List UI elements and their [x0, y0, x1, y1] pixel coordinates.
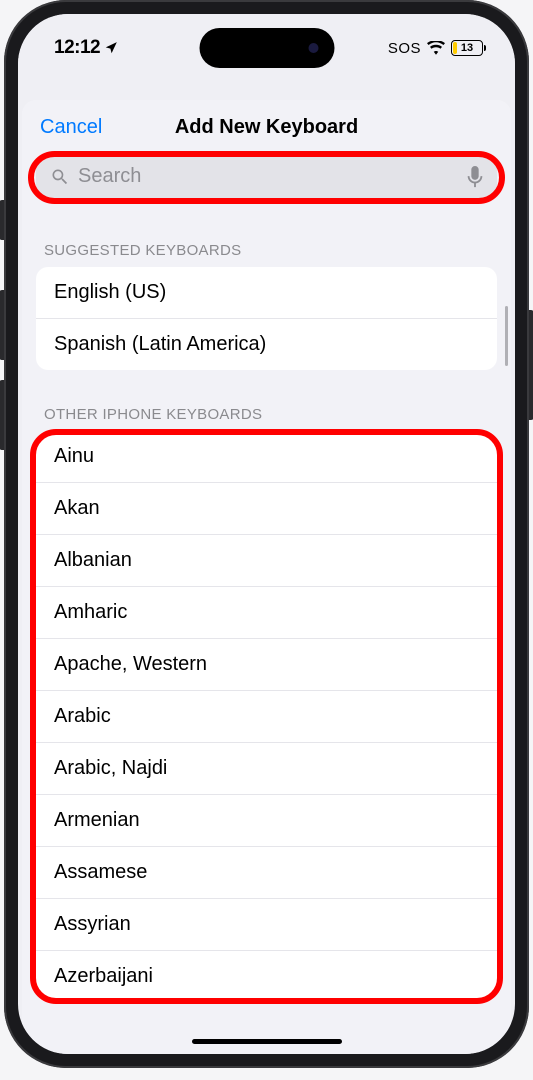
list-item[interactable]: Assyrian: [36, 899, 497, 951]
list-item[interactable]: Arabic: [36, 691, 497, 743]
scroll-indicator[interactable]: [505, 306, 508, 366]
battery-fill: [453, 42, 457, 54]
list-item[interactable]: Azerbaijani: [36, 951, 497, 1002]
search-icon: [50, 167, 70, 187]
search-field[interactable]: [36, 155, 497, 198]
list-item[interactable]: English (US): [36, 267, 497, 319]
other-keyboards-list: Ainu Akan Albanian Amharic Apache, Weste…: [36, 431, 497, 1002]
list-item[interactable]: Albanian: [36, 535, 497, 587]
suggested-keyboards-list: English (US) Spanish (Latin America): [36, 267, 497, 370]
search-input[interactable]: [78, 165, 459, 188]
list-item[interactable]: Armenian: [36, 795, 497, 847]
status-time: 12:12: [54, 37, 100, 59]
page-title: Add New Keyboard: [175, 116, 358, 139]
battery-indicator: 13: [451, 40, 483, 56]
list-item[interactable]: Spanish (Latin America): [36, 319, 497, 370]
cancel-button[interactable]: Cancel: [40, 116, 102, 139]
list-item[interactable]: Assamese: [36, 847, 497, 899]
battery-percentage: 13: [461, 42, 473, 54]
section-header-other: OTHER IPHONE KEYBOARDS: [22, 390, 511, 431]
dynamic-island: [199, 28, 334, 68]
list-item[interactable]: Apache, Western: [36, 639, 497, 691]
list-item[interactable]: Arabic, Najdi: [36, 743, 497, 795]
wifi-icon: [427, 41, 445, 55]
sos-indicator: SOS: [388, 40, 421, 57]
list-item[interactable]: Ainu: [36, 431, 497, 483]
section-header-suggested: SUGGESTED KEYBOARDS: [22, 226, 511, 267]
home-indicator[interactable]: [192, 1039, 342, 1044]
list-item[interactable]: Amharic: [36, 587, 497, 639]
location-services-icon: [104, 41, 118, 55]
list-item[interactable]: Akan: [36, 483, 497, 535]
microphone-icon[interactable]: [467, 166, 483, 188]
navigation-bar: Cancel Add New Keyboard: [22, 100, 511, 153]
